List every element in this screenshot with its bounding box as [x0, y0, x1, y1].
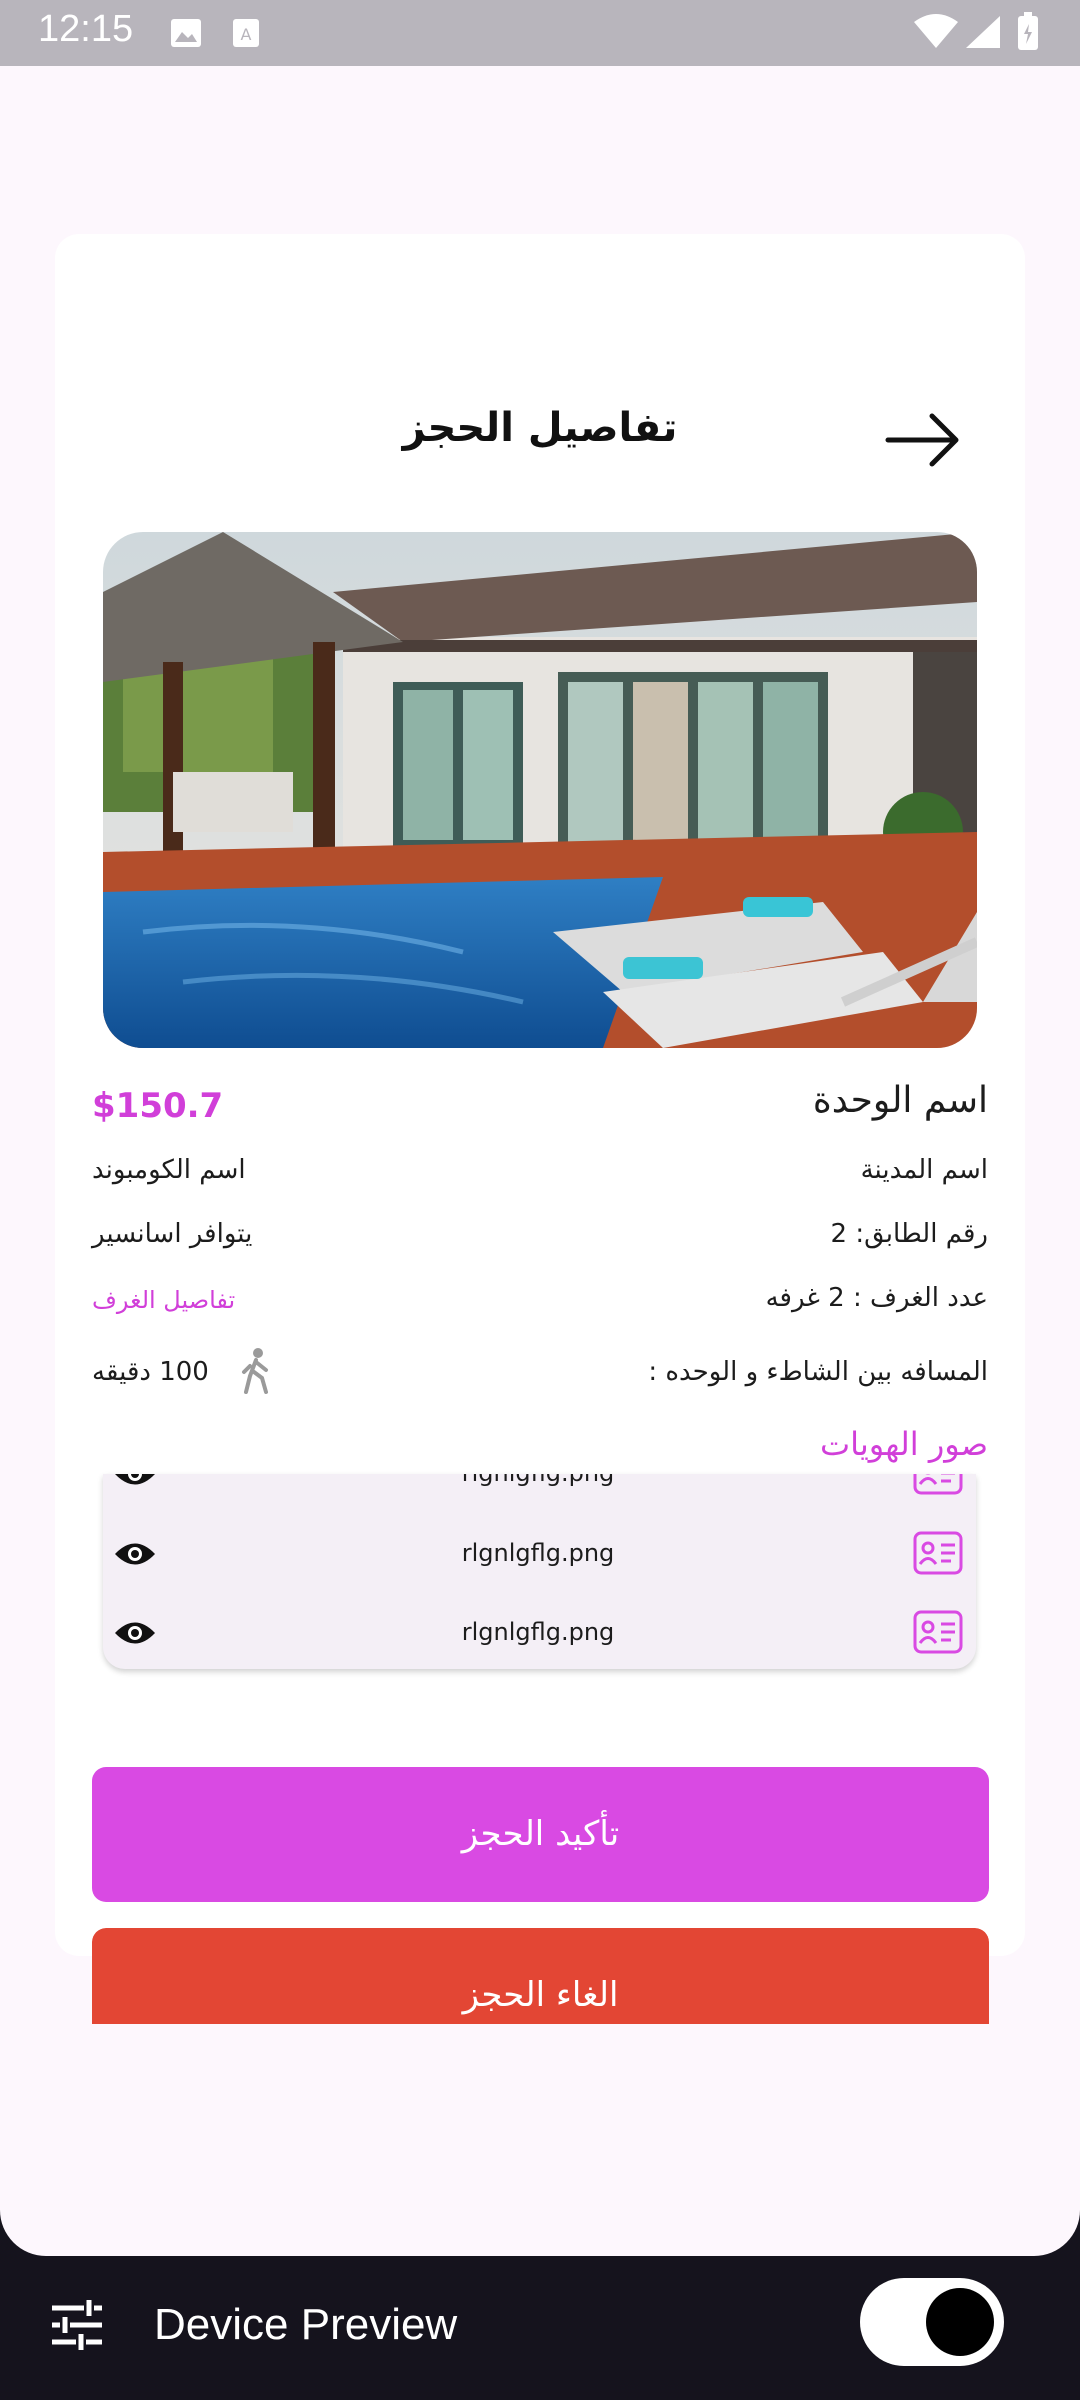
rooms-details-link[interactable]: تفاصيل الغرف — [92, 1286, 235, 1314]
rooms-count: عدد الغرف : 2 غرفه — [765, 1283, 988, 1313]
gallery-icon — [171, 19, 201, 47]
wifi-icon — [914, 14, 958, 48]
walking-icon — [242, 1348, 268, 1394]
list-item[interactable]: rlgnlgflg.png — [103, 1598, 976, 1668]
unit-name-wrap: اسم الوحدة — [813, 1080, 988, 1121]
cancel-button-clip: الغاء الحجز — [92, 1928, 989, 2024]
list-item[interactable]: rlgnlgflg.png — [103, 1519, 976, 1589]
cancel-booking-button[interactable]: الغاء الحجز — [92, 1928, 989, 2024]
device-preview-label: Device Preview — [154, 2300, 458, 2349]
ids-section-title: صور الهويات — [819, 1425, 988, 1463]
floor-number: رقم الطابق: 2 — [830, 1219, 988, 1249]
eye-icon[interactable] — [113, 1616, 157, 1650]
font-icon: A — [233, 19, 259, 47]
battery-icon — [1018, 12, 1038, 50]
distance-value: 100 دقيقه — [92, 1357, 209, 1387]
tune-icon[interactable] — [50, 2298, 104, 2352]
id-file-name: rlgnlgflg.png — [461, 1618, 615, 1646]
elevator-availability: يتوافر اسانسير — [92, 1219, 253, 1249]
svg-text:A: A — [241, 25, 252, 44]
id-card-icon — [913, 1474, 963, 1495]
unit-price: $150.7 — [92, 1086, 224, 1126]
unit-photo — [103, 532, 977, 1048]
page-title: تفاصيل الحجز — [402, 405, 678, 451]
unit-price-wrap: $150.7 — [92, 1086, 223, 1126]
status-time: 12:15 — [38, 8, 134, 50]
ids-list[interactable]: rlgnlgflg.png rlgnlgflg.png rlgnlgflg.pn… — [103, 1474, 976, 1669]
eye-icon[interactable] — [113, 1537, 157, 1571]
confirm-booking-button[interactable]: تأكيد الحجز — [92, 1767, 989, 1902]
arrow-right-icon[interactable] — [884, 410, 962, 470]
id-file-name: rlgnlgflg.png — [461, 1539, 615, 1567]
device-preview-toggle[interactable] — [860, 2278, 1004, 2366]
eye-icon[interactable] — [113, 1474, 157, 1491]
city-name: اسم المدينة — [860, 1155, 988, 1185]
device-preview-bar: Device Preview — [0, 2256, 1080, 2400]
distance-label: المسافه بين الشاطء و الوحده : — [648, 1357, 988, 1387]
signal-icon — [966, 16, 1000, 48]
compound-name: اسم الكومبوند — [92, 1155, 246, 1185]
list-item[interactable]: rlgnlgflg.png — [103, 1474, 976, 1509]
id-card-icon — [913, 1610, 963, 1654]
toggle-knob — [926, 2288, 994, 2356]
unit-name: اسم الوحدة — [812, 1080, 988, 1121]
page-title-wrap: تفاصيل الحجز — [55, 405, 1025, 451]
id-file-name: rlgnlgflg.png — [303, 1474, 773, 1487]
id-card-icon — [913, 1531, 963, 1575]
status-bar: 12:15 A — [0, 0, 1080, 66]
